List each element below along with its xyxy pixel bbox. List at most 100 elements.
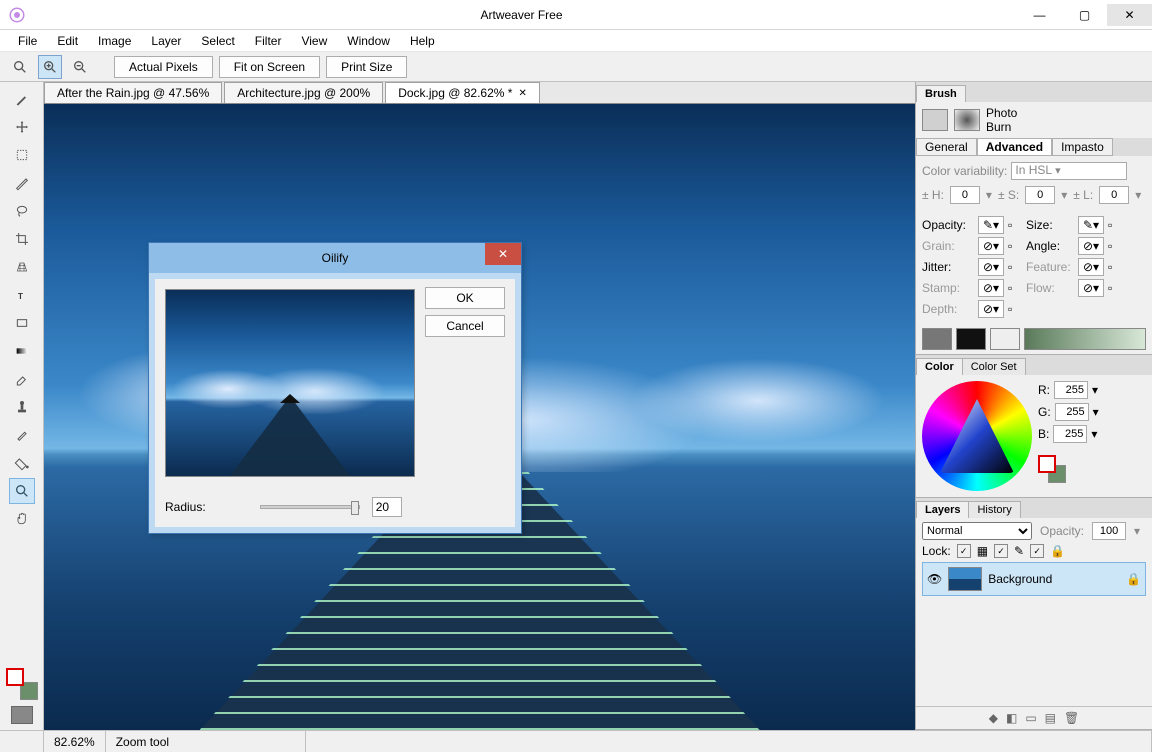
perspective-tool-icon[interactable]	[9, 254, 35, 280]
zoom-tool-icon[interactable]	[9, 478, 35, 504]
expand-icon[interactable]: ▫	[1008, 302, 1022, 316]
layer-opacity-input[interactable]	[1092, 522, 1126, 540]
crop-tool-icon[interactable]	[9, 226, 35, 252]
subtab-general[interactable]: General	[916, 138, 977, 156]
maximize-button[interactable]: ▢	[1062, 4, 1107, 26]
lasso-tool-icon[interactable]	[9, 198, 35, 224]
minimize-button[interactable]: —	[1017, 4, 1062, 26]
expand-icon[interactable]: ▫	[1108, 239, 1122, 253]
document-tab[interactable]: After the Rain.jpg @ 47.56%	[44, 82, 222, 103]
feature-expr-icon[interactable]: ⊘▾	[1078, 258, 1104, 276]
lock-check-icon[interactable]: ✓	[994, 544, 1008, 558]
color-variability-select[interactable]: In HSL ▾	[1011, 162, 1127, 180]
menu-help[interactable]: Help	[402, 32, 443, 50]
layer-row[interactable]: 👁 Background 🔒	[922, 562, 1146, 596]
brush-tool-icon[interactable]	[9, 86, 35, 112]
angle-expr-icon[interactable]: ⊘▾	[1078, 237, 1104, 255]
menu-image[interactable]: Image	[90, 32, 139, 50]
pattern-swatch[interactable]	[956, 328, 986, 350]
stamp-tool-icon[interactable]	[9, 394, 35, 420]
layer-action-icon[interactable]: ▭	[1025, 711, 1036, 725]
delete-layer-icon[interactable]: 🗑	[1064, 711, 1079, 725]
dialog-close-button[interactable]: ✕	[485, 243, 521, 265]
subtab-impasto[interactable]: Impasto	[1052, 138, 1113, 156]
blend-mode-select[interactable]: Normal	[922, 522, 1032, 540]
selection-tool-icon[interactable]	[9, 142, 35, 168]
document-tab[interactable]: Architecture.jpg @ 200%	[224, 82, 383, 103]
shape-tool-icon[interactable]	[9, 310, 35, 336]
gradient-swatch[interactable]	[1024, 328, 1146, 350]
opacity-expr-icon[interactable]: ✎▾	[978, 216, 1004, 234]
zoom-icon[interactable]	[8, 55, 32, 79]
texture-swatch-icon[interactable]	[11, 706, 33, 724]
canvas[interactable]: Oilify ✕ OK Cancel Radius:	[44, 104, 915, 730]
move-tool-icon[interactable]	[9, 114, 35, 140]
sat-var-input[interactable]	[1025, 186, 1055, 204]
fill-tool-icon[interactable]	[9, 450, 35, 476]
dialog-titlebar[interactable]: Oilify ✕	[149, 243, 521, 273]
lock-check-icon[interactable]: ✓	[1030, 544, 1044, 558]
brush-tip-icon[interactable]	[954, 109, 980, 131]
new-layer-icon[interactable]: ▤	[1045, 711, 1056, 725]
expand-icon[interactable]: ▫	[1008, 239, 1022, 253]
expand-icon[interactable]: ▫	[1008, 218, 1022, 232]
ok-button[interactable]: OK	[425, 287, 505, 309]
radius-input[interactable]	[372, 497, 402, 517]
history-tab[interactable]: History	[968, 501, 1020, 518]
color-swatches[interactable]	[6, 668, 38, 700]
color-wheel[interactable]	[922, 381, 1032, 491]
layers-tab[interactable]: Layers	[916, 501, 969, 518]
brush-preview-icon[interactable]	[922, 109, 948, 131]
expand-icon[interactable]: ▫	[1108, 260, 1122, 274]
close-button[interactable]: ✕	[1107, 4, 1152, 26]
blue-input[interactable]	[1053, 425, 1087, 443]
eraser-tool-icon[interactable]	[9, 366, 35, 392]
menu-select[interactable]: Select	[193, 32, 242, 50]
stamp-expr-icon[interactable]: ⊘▾	[978, 279, 1004, 297]
color-swatch-pair[interactable]	[1038, 455, 1066, 483]
jitter-expr-icon[interactable]: ⊘▾	[978, 258, 1004, 276]
menu-window[interactable]: Window	[339, 32, 398, 50]
menu-filter[interactable]: Filter	[247, 32, 290, 50]
zoom-in-icon[interactable]	[38, 55, 62, 79]
red-input[interactable]	[1054, 381, 1088, 399]
lock-check-icon[interactable]: ✓	[957, 544, 971, 558]
texture-swatch[interactable]	[922, 328, 952, 350]
expand-icon[interactable]: ▫	[1108, 281, 1122, 295]
foreground-color-swatch[interactable]	[6, 668, 24, 686]
flow-expr-icon[interactable]: ⊘▾	[1078, 279, 1104, 297]
print-size-button[interactable]: Print Size	[326, 56, 407, 78]
eyedropper-tool-icon[interactable]	[9, 422, 35, 448]
radius-slider[interactable]	[260, 505, 360, 509]
subtab-advanced[interactable]: Advanced	[977, 138, 1052, 156]
grain-expr-icon[interactable]: ⊘▾	[978, 237, 1004, 255]
color-set-tab[interactable]: Color Set	[962, 358, 1026, 375]
hand-tool-icon[interactable]	[9, 506, 35, 532]
expand-icon[interactable]: ▫	[1008, 281, 1022, 295]
green-input[interactable]	[1055, 403, 1089, 421]
layer-action-icon[interactable]: ◆	[989, 711, 998, 725]
size-expr-icon[interactable]: ✎▾	[1078, 216, 1104, 234]
depth-expr-icon[interactable]: ⊘▾	[978, 300, 1004, 318]
menu-file[interactable]: File	[10, 32, 45, 50]
cancel-button[interactable]: Cancel	[425, 315, 505, 337]
lum-var-input[interactable]	[1099, 186, 1129, 204]
actual-pixels-button[interactable]: Actual Pixels	[114, 56, 213, 78]
menu-layer[interactable]: Layer	[143, 32, 189, 50]
color-tab[interactable]: Color	[916, 358, 963, 375]
document-tab[interactable]: Dock.jpg @ 82.62% *✕	[385, 82, 540, 103]
visibility-eye-icon[interactable]: 👁	[927, 572, 942, 586]
fit-on-screen-button[interactable]: Fit on Screen	[219, 56, 320, 78]
hue-var-input[interactable]	[950, 186, 980, 204]
brush-tab[interactable]: Brush	[916, 85, 966, 102]
menu-view[interactable]: View	[293, 32, 335, 50]
menu-edit[interactable]: Edit	[49, 32, 86, 50]
close-tab-icon[interactable]: ✕	[518, 88, 526, 99]
expand-icon[interactable]: ▫	[1108, 218, 1122, 232]
text-tool-icon[interactable]: T	[9, 282, 35, 308]
layer-action-icon[interactable]: ◧	[1006, 711, 1017, 725]
zoom-out-icon[interactable]	[68, 55, 92, 79]
gradient-tool-icon[interactable]	[9, 338, 35, 364]
pencil-tool-icon[interactable]	[9, 170, 35, 196]
grain-swatch[interactable]	[990, 328, 1020, 350]
